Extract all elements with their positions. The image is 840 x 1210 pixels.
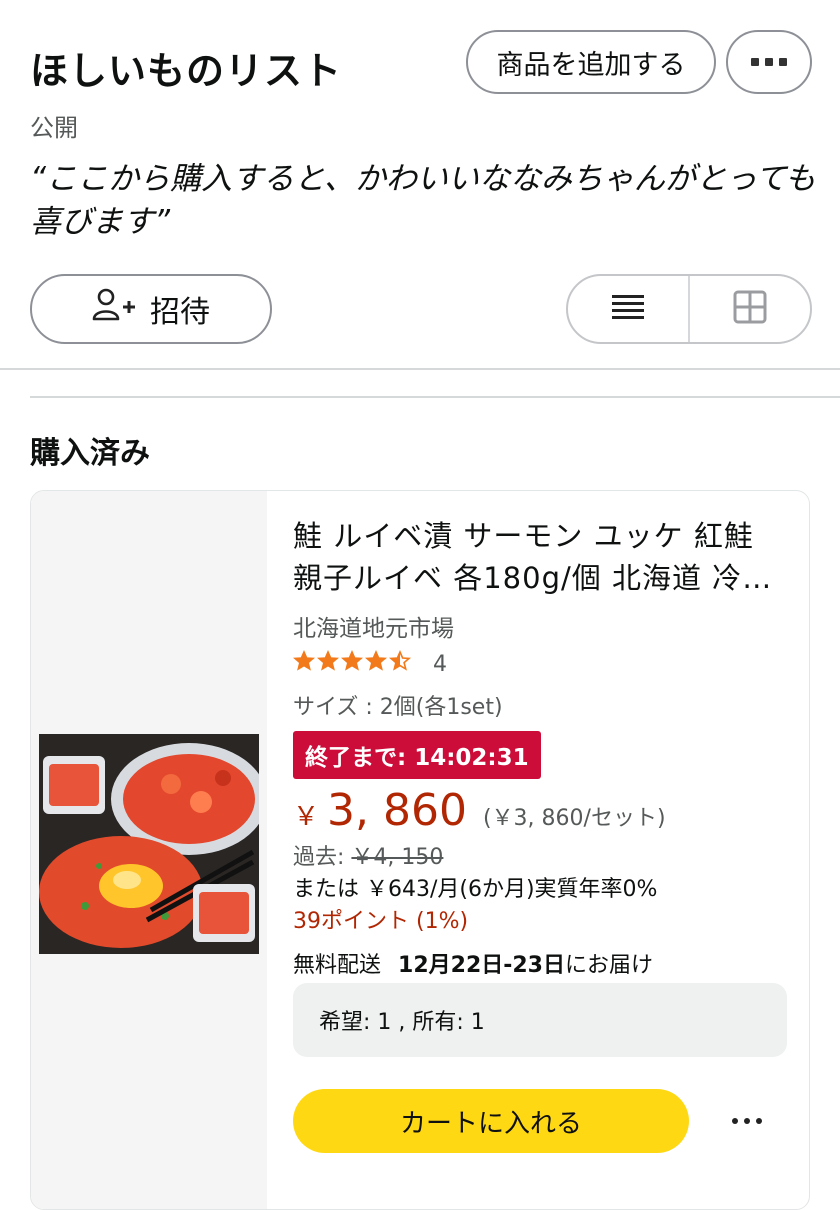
divider [0,368,840,370]
delivery-suffix: にお届け [565,953,654,978]
product-title[interactable]: 鮭 ルイベ漬 サーモン ユッケ 紅鮭 親子ルイベ 各180g/個 北海道 冷凍 … [293,515,793,599]
add-to-cart-button[interactable]: カートに入れる [293,1089,689,1153]
more-icon [732,1118,762,1124]
previous-price-label: 過去: [293,845,345,870]
list-description: “ここから購入すると、かわいいななみちゃんがとっても喜びます” [30,161,816,240]
list-view-button[interactable] [568,276,688,342]
previous-price: 過去: ￥4, 150 [293,839,443,871]
star-rating-icon [292,649,417,679]
list-item: 鮭 ルイベ漬 サーモン ユッケ 紅鮭 親子ルイベ 各180g/個 北海道 冷凍 … [30,490,810,1210]
list-view-icon [612,293,644,325]
add-item-button[interactable]: 商品を追加する [466,30,716,94]
product-image[interactable] [39,734,267,954]
delivery-info: 無料配送 12月22日-23日にお届け [293,947,653,979]
unit-price: (￥3, 860/セット) [482,806,666,831]
previous-price-value: ￥4, 150 [351,845,444,870]
seller-name: 北海道地元市場 [293,616,454,642]
price: ￥ 3, 860 (￥3, 860/セット) [293,785,666,836]
rating-count: 4 [433,651,447,677]
divider [30,396,840,398]
price-value: 3, 860 [327,785,467,836]
section-title: 購入済み [30,436,150,471]
add-person-icon [92,288,138,330]
view-toggle [566,274,812,344]
deal-countdown-badge: 終了まで: 14:02:31 [293,731,541,779]
invite-label: 招待 [150,295,210,330]
visibility-label: 公開 [30,114,78,142]
invite-button[interactable]: 招待 [30,274,272,344]
size-info: サイズ : 2個(各1set) [293,695,503,720]
delivery-prefix: 無料配送 [293,953,382,978]
installment-info: または ￥643/月(6か月)実質年率0% [293,877,658,902]
points-info: 39ポイント (1%) [293,909,469,934]
quantity-info[interactable]: 希望: 1 , 所有: 1 [293,983,787,1057]
more-icon [751,58,787,66]
price-symbol: ￥ [293,802,320,832]
delivery-date: 12月22日-23日 [398,953,565,978]
grid-view-icon [733,290,767,328]
page-title: ほしいものリスト [30,49,343,93]
item-more-button[interactable] [731,1105,763,1137]
more-options-button[interactable] [726,30,812,94]
rating[interactable]: 4 [292,649,447,679]
grid-view-button[interactable] [688,276,810,342]
